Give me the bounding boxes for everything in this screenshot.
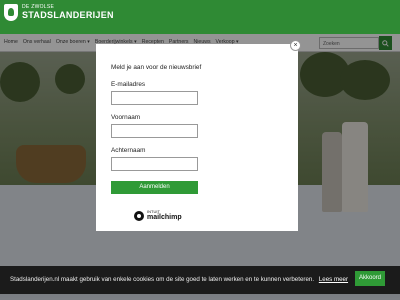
logo-shield-icon bbox=[4, 4, 18, 21]
firstname-field[interactable] bbox=[111, 124, 198, 138]
close-icon[interactable]: × bbox=[290, 40, 301, 51]
mailchimp-badge[interactable]: INTUIT mailchimp bbox=[134, 210, 182, 221]
logo-big-text: STADSLANDERIJEN bbox=[22, 10, 114, 20]
mailchimp-icon bbox=[134, 210, 144, 221]
modal-title: Meld je aan voor de nieuwsbrief bbox=[111, 64, 202, 71]
lastname-field[interactable] bbox=[111, 157, 198, 171]
cookie-read-more-link[interactable]: Lees meer bbox=[319, 276, 348, 283]
cookie-bar: Stadslanderijen.nl maakt gebruik van enk… bbox=[0, 266, 400, 294]
mailchimp-big-text: mailchimp bbox=[147, 214, 182, 221]
site-header: DE ZWOLSE STADSLANDERIJEN bbox=[0, 0, 400, 34]
cookie-text: Stadslanderijen.nl maakt gebruik van enk… bbox=[10, 276, 315, 283]
firstname-label: Voornaam bbox=[111, 114, 141, 121]
subscribe-button[interactable]: Aanmelden bbox=[111, 181, 198, 194]
site-logo[interactable]: DE ZWOLSE STADSLANDERIJEN bbox=[4, 4, 114, 21]
cookie-accept-button[interactable]: Akkoord bbox=[355, 271, 385, 286]
lastname-label: Achternaam bbox=[111, 147, 146, 154]
email-label: E-mailadres bbox=[111, 81, 146, 88]
email-field[interactable] bbox=[111, 91, 198, 105]
